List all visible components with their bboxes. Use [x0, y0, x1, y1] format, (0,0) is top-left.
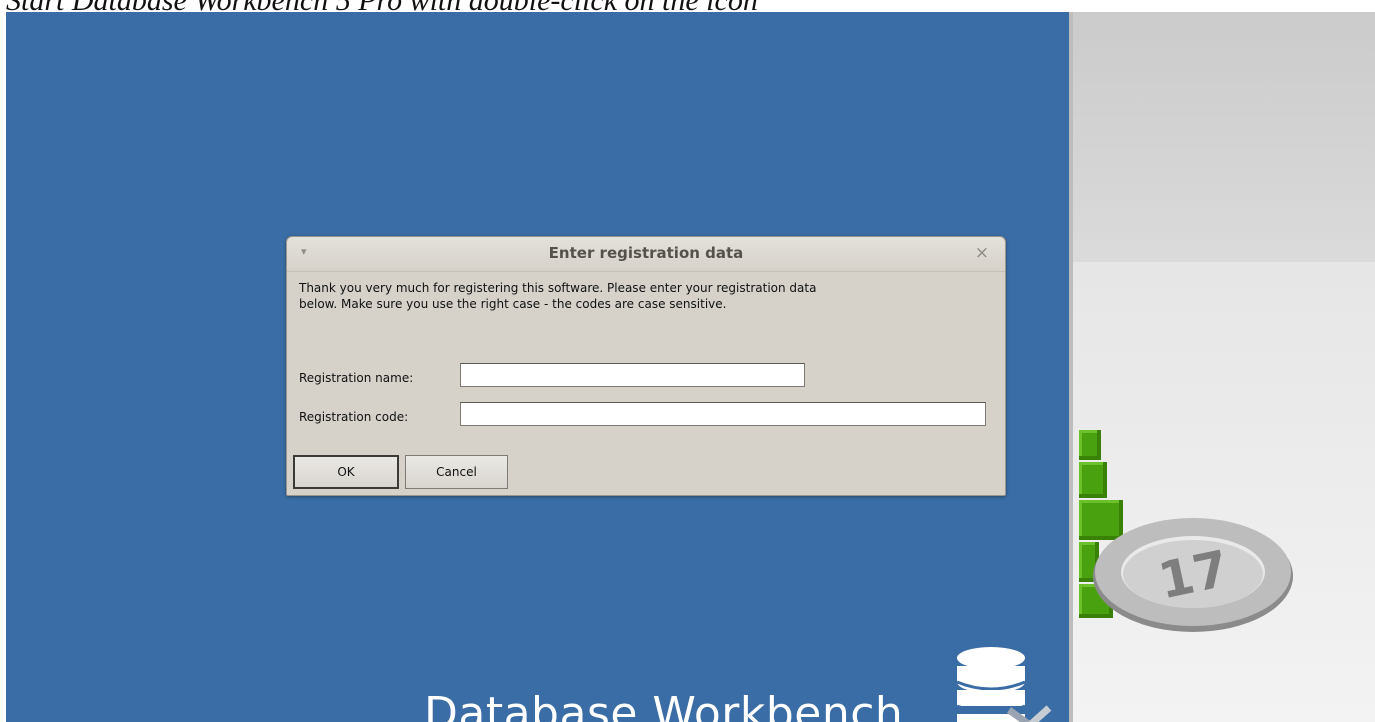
wallpaper-green-block: [1079, 430, 1101, 460]
registration-name-input[interactable]: [460, 363, 805, 387]
registration-code-input[interactable]: [460, 402, 986, 426]
registration-code-label: Registration code:: [299, 410, 409, 424]
database-tools-icon: [956, 647, 1052, 722]
registration-dialog: ▾ Enter registration data × Thank you ve…: [286, 236, 1006, 496]
desktop-wallpaper: 17: [1069, 12, 1375, 722]
close-icon[interactable]: ×: [975, 243, 989, 263]
registration-name-label: Registration name:: [299, 371, 414, 385]
dialog-intro-text: Thank you very much for registering this…: [299, 281, 817, 311]
dialog-titlebar[interactable]: ▾ Enter registration data ×: [287, 237, 1005, 272]
ok-button[interactable]: OK: [293, 455, 399, 489]
cancel-button[interactable]: Cancel: [405, 455, 508, 489]
dialog-title: Enter registration data: [548, 244, 744, 262]
product-name: Database Workbench: [424, 688, 904, 722]
wallpaper-seventeen-emblem: 17: [1093, 518, 1293, 632]
